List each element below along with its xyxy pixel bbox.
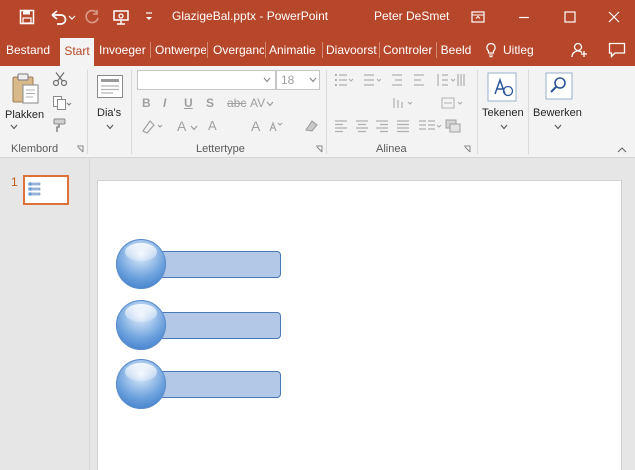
decrease-font-icon[interactable] xyxy=(269,120,283,132)
share-icon[interactable] xyxy=(570,41,588,59)
chevron-down-icon[interactable] xyxy=(500,124,508,130)
strikethrough-button[interactable]: abc xyxy=(227,96,246,110)
shape-glossy-ball-2[interactable] xyxy=(116,300,166,350)
group-separator xyxy=(131,70,132,154)
lightbulb-icon xyxy=(486,42,496,58)
tab-ontwerpen[interactable]: Ontwerpe xyxy=(151,34,206,66)
group-separator xyxy=(528,70,529,154)
group-label-klembord: Klembord xyxy=(11,143,59,155)
tab-animaties[interactable]: Animatie xyxy=(266,34,321,66)
new-slide-label[interactable]: Dia's xyxy=(97,107,121,119)
font-name-field[interactable] xyxy=(137,70,276,90)
chevron-down-icon[interactable] xyxy=(106,124,114,130)
shape-glossy-ball-1[interactable] xyxy=(116,239,166,289)
chevron-down-icon[interactable] xyxy=(10,124,18,130)
tab-controleren[interactable]: Controler xyxy=(380,34,435,66)
draw-button-label[interactable]: Tekenen xyxy=(482,107,524,119)
comment-icon[interactable] xyxy=(608,42,626,58)
group-label-alinea: Alinea xyxy=(376,143,407,155)
undo-icon[interactable] xyxy=(46,0,78,34)
text-direction-icon[interactable] xyxy=(392,95,472,111)
group-separator xyxy=(477,70,478,154)
dialog-launcher-icon[interactable] xyxy=(463,145,471,153)
window-title: GlazigeBal.pptx - PowerPoint xyxy=(172,9,329,23)
tab-diavoorstelling[interactable]: Diavoorst xyxy=(323,34,378,66)
paste-button-label[interactable]: Plakken xyxy=(5,109,44,121)
tab-bestand[interactable]: Bestand xyxy=(0,34,56,66)
chevron-down-icon[interactable] xyxy=(266,101,274,107)
dialog-launcher-icon[interactable] xyxy=(315,145,323,153)
start-presentation-icon[interactable] xyxy=(110,0,134,34)
bold-button[interactable]: B xyxy=(142,96,151,110)
chevron-down-icon[interactable] xyxy=(190,125,198,131)
redo-icon[interactable] xyxy=(82,0,102,34)
close-icon[interactable] xyxy=(593,0,635,34)
tab-start[interactable]: Start xyxy=(60,38,94,66)
slide-number: 1 xyxy=(11,175,18,189)
edit-button-label[interactable]: Bewerken xyxy=(533,107,582,119)
paste-icon[interactable] xyxy=(10,72,42,106)
clear-formatting-icon[interactable] xyxy=(303,118,319,134)
shape-glossy-ball-3[interactable] xyxy=(116,359,166,409)
tab-beeld[interactable]: Beeld xyxy=(437,34,475,66)
italic-button[interactable]: I xyxy=(163,96,166,110)
shadow-button[interactable]: S xyxy=(206,96,214,110)
ribbon-display-icon[interactable] xyxy=(457,0,499,34)
cut-icon[interactable] xyxy=(52,71,68,87)
chevron-down-icon[interactable] xyxy=(554,124,562,130)
slide-thumbnail[interactable] xyxy=(23,175,69,205)
highlight-icon[interactable] xyxy=(141,118,165,134)
tab-overgangen[interactable]: Overganc xyxy=(208,34,264,66)
increase-font-button[interactable]: A xyxy=(251,118,260,134)
underline-button[interactable]: U xyxy=(184,96,193,110)
copy-icon[interactable] xyxy=(52,95,72,111)
thumbnail-preview xyxy=(28,182,41,196)
minimize-icon[interactable] xyxy=(503,0,545,34)
list-buttons-icon[interactable] xyxy=(334,72,470,88)
vertical-scrollbar[interactable] xyxy=(626,159,635,470)
character-spacing-button[interactable]: AV xyxy=(250,96,265,110)
chevron-down-icon[interactable] xyxy=(309,77,317,83)
new-slide-icon[interactable] xyxy=(96,74,124,100)
group-separator xyxy=(87,70,88,154)
tab-invoegen[interactable]: Invoeger xyxy=(96,34,149,66)
maximize-icon[interactable] xyxy=(549,0,591,34)
group-label-lettertype: Lettertype xyxy=(196,143,245,155)
alignment-buttons-icon[interactable] xyxy=(334,118,470,134)
user-name[interactable]: Peter DeSmet xyxy=(374,9,449,23)
dialog-launcher-icon[interactable] xyxy=(76,145,84,153)
save-icon[interactable] xyxy=(14,0,40,34)
collapse-ribbon-icon[interactable] xyxy=(617,146,627,153)
find-icon[interactable] xyxy=(545,72,573,100)
chevron-down-icon[interactable] xyxy=(263,77,271,83)
customize-qat-icon[interactable] xyxy=(142,0,156,34)
format-painter-icon[interactable] xyxy=(52,117,68,133)
draw-icon[interactable] xyxy=(487,72,517,102)
font-color-button[interactable]: A xyxy=(177,118,186,134)
thumbnail-pane xyxy=(0,159,90,470)
change-case-button[interactable]: A xyxy=(208,118,217,133)
group-separator xyxy=(326,70,327,154)
